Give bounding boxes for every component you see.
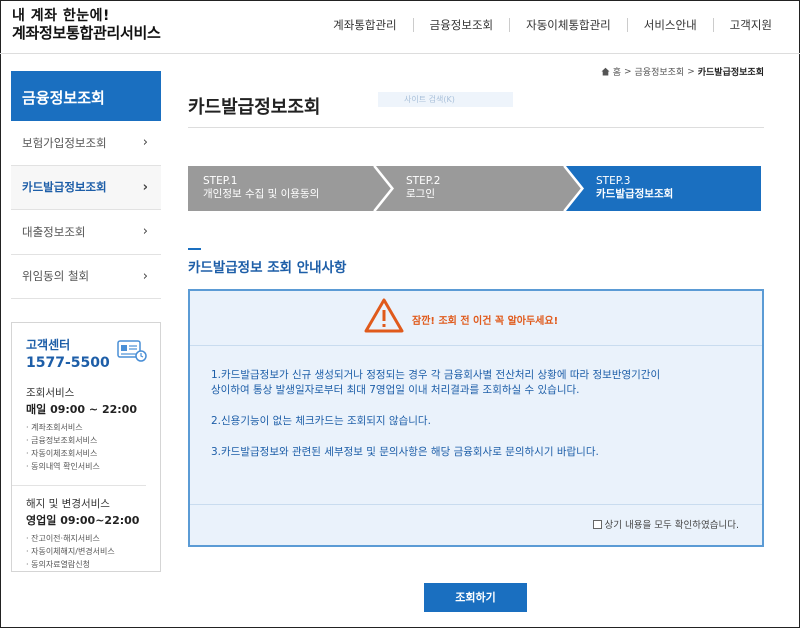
gnb-item-support[interactable]: 고객지원	[712, 18, 788, 32]
agree-checkbox[interactable]: 상기 내용을 모두 확인하였습니다.	[592, 517, 739, 531]
notice-items: 1.카드발급정보가 신규 생성되거나 정정되는 경우 각 금융회사별 전산처리 …	[190, 346, 762, 460]
brand-logo[interactable]: 내 계좌 한눈에! 계좌정보통합관리서비스	[12, 8, 161, 42]
brand-name: 계좌정보통합관리서비스	[12, 24, 161, 42]
cs-divider	[12, 485, 146, 486]
breadcrumb-parent[interactable]: 금융정보조회	[635, 65, 685, 78]
gnb-item-financial[interactable]: 금융정보조회	[412, 18, 509, 32]
step-2-label: 로그인	[406, 188, 435, 200]
chevron-right-icon: ›	[142, 135, 148, 151]
step-1-label: 개인정보 수집 및 이용동의	[203, 188, 320, 200]
gnb-item-autopay[interactable]: 자동이체통합관리	[509, 18, 627, 32]
cs-list-item: · 잔고이전·해지서비스	[26, 534, 100, 543]
brand-tagline: 내 계좌 한눈에!	[12, 8, 110, 24]
cs-change-hours: 영업일 09:00~22:00	[26, 514, 140, 527]
cs-list-item: · 동의내역 확인서비스	[26, 462, 100, 471]
home-icon[interactable]	[601, 67, 610, 76]
chevron-right-icon: ›	[142, 179, 148, 195]
breadcrumb-separator: >	[623, 66, 632, 77]
step-3-label: 카드발급정보조회	[596, 188, 674, 200]
title-divider	[188, 127, 764, 128]
page-title: 카드발급정보조회	[188, 97, 321, 118]
warning-icon	[364, 298, 404, 334]
section-accent-bar	[188, 248, 201, 250]
step-2: STEP.2 로그인	[406, 175, 440, 201]
notice-item-3: 3.카드발급정보와 관련된 세부정보 및 문의사항은 해당 금융회사로 문의하시…	[211, 446, 599, 458]
warning-text: 잠깐! 조회 전 이건 꼭 알아두세요!	[412, 316, 559, 327]
notice-header: 잠깐! 조회 전 이건 꼭 알아두세요!	[190, 291, 762, 346]
step-1: STEP.1 개인정보 수집 및 이용동의	[203, 175, 319, 201]
step-3-num: STEP.3	[596, 175, 631, 187]
notice-item-2: 2.신용기능이 없는 체크카드는 조회되지 않습니다.	[211, 415, 431, 427]
cs-change-title: 해지 및 변경서비스	[26, 498, 110, 510]
cs-inquiry-title: 조회서비스	[26, 387, 75, 399]
gnb-item-account[interactable]: 계좌통합관리	[317, 18, 412, 32]
sidebar-item-label: 대출정보조회	[22, 224, 86, 239]
sidebar-title: 금융정보조회	[11, 71, 161, 121]
sidebar-item-loan[interactable]: 대출정보조회 ›	[11, 210, 161, 255]
submit-button[interactable]: 조회하기	[424, 583, 527, 612]
agree-divider	[190, 504, 762, 505]
site-search-input[interactable]: 사이트 검색(K)	[378, 92, 513, 107]
cs-inquiry-hours: 매일 09:00 ~ 22:00	[26, 403, 137, 416]
cs-list-item: · 금융정보조회서비스	[26, 436, 98, 445]
checkbox-icon[interactable]	[592, 519, 602, 529]
breadcrumb-current: 카드발급정보조회	[697, 68, 764, 78]
sidebar-item-revoke[interactable]: 위임동의 철회 ›	[11, 255, 161, 299]
customer-center-box: 고객센터 1577-5500 조회서비스 매일 09:00 ~ 22:00 · …	[11, 322, 161, 572]
step-2-num: STEP.2	[406, 175, 441, 187]
notice-box: 잠깐! 조회 전 이건 꼭 알아두세요! 1.카드발급정보가 신규 생성되거나 …	[188, 289, 764, 547]
id-card-icon	[117, 339, 147, 363]
sidebar-item-insurance[interactable]: 보험가입정보조회 ›	[11, 121, 161, 166]
cs-list-item: · 자동이체해지/변경서비스	[26, 547, 115, 556]
breadcrumb-separator: >	[687, 66, 695, 77]
cs-list-item: · 자동이체조회서비스	[26, 449, 98, 458]
header-divider	[0, 53, 800, 54]
notice-item-1: 1.카드발급정보가 신규 생성되거나 정정되는 경우 각 금융회사별 전산처리 …	[211, 368, 762, 398]
sidebar-item-label: 카드발급정보조회	[22, 180, 107, 195]
breadcrumb-home[interactable]: 홈	[613, 65, 621, 78]
sidebar-menu: 보험가입정보조회 › 카드발급정보조회 › 대출정보조회 › 위임동의 철회 ›	[11, 121, 161, 299]
agree-label: 상기 내용을 모두 확인하였습니다.	[604, 520, 739, 531]
sidebar-item-card[interactable]: 카드발급정보조회 ›	[11, 165, 161, 210]
cs-list-item: · 계좌조회서비스	[26, 423, 83, 432]
chevron-right-icon: ›	[142, 224, 148, 240]
sidebar-item-label: 위임동의 철회	[22, 269, 90, 284]
breadcrumb: 홈 > 금융정보조회 > 카드발급정보조회	[601, 65, 764, 78]
chevron-right-icon: ›	[142, 268, 148, 284]
section-title: 카드발급정보 조회 안내사항	[188, 260, 347, 276]
step-indicator: STEP.1 개인정보 수집 및 이용동의 STEP.2 로그인 STEP.3 …	[188, 166, 761, 211]
gnb-item-service[interactable]: 서비스안내	[626, 18, 713, 32]
notice-item-1-line-1: 1.카드발급정보가 신규 생성되거나 정정되는 경우 각 금융회사별 전산처리 …	[211, 369, 661, 381]
cs-list-item: · 동의자료열람신청	[26, 560, 90, 569]
step-3: STEP.3 카드발급정보조회	[596, 175, 673, 201]
notice-item-1-line-2: 상이하여 통상 발생일자로부터 최대 7영업일 이내 처리결과를 조회하실 수 …	[211, 384, 580, 396]
sidebar-item-label: 보험가입정보조회	[22, 135, 107, 150]
step-1-num: STEP.1	[203, 175, 238, 187]
global-nav: 계좌통합관리 금융정보조회 자동이체통합관리 서비스안내 고객지원	[317, 18, 788, 32]
